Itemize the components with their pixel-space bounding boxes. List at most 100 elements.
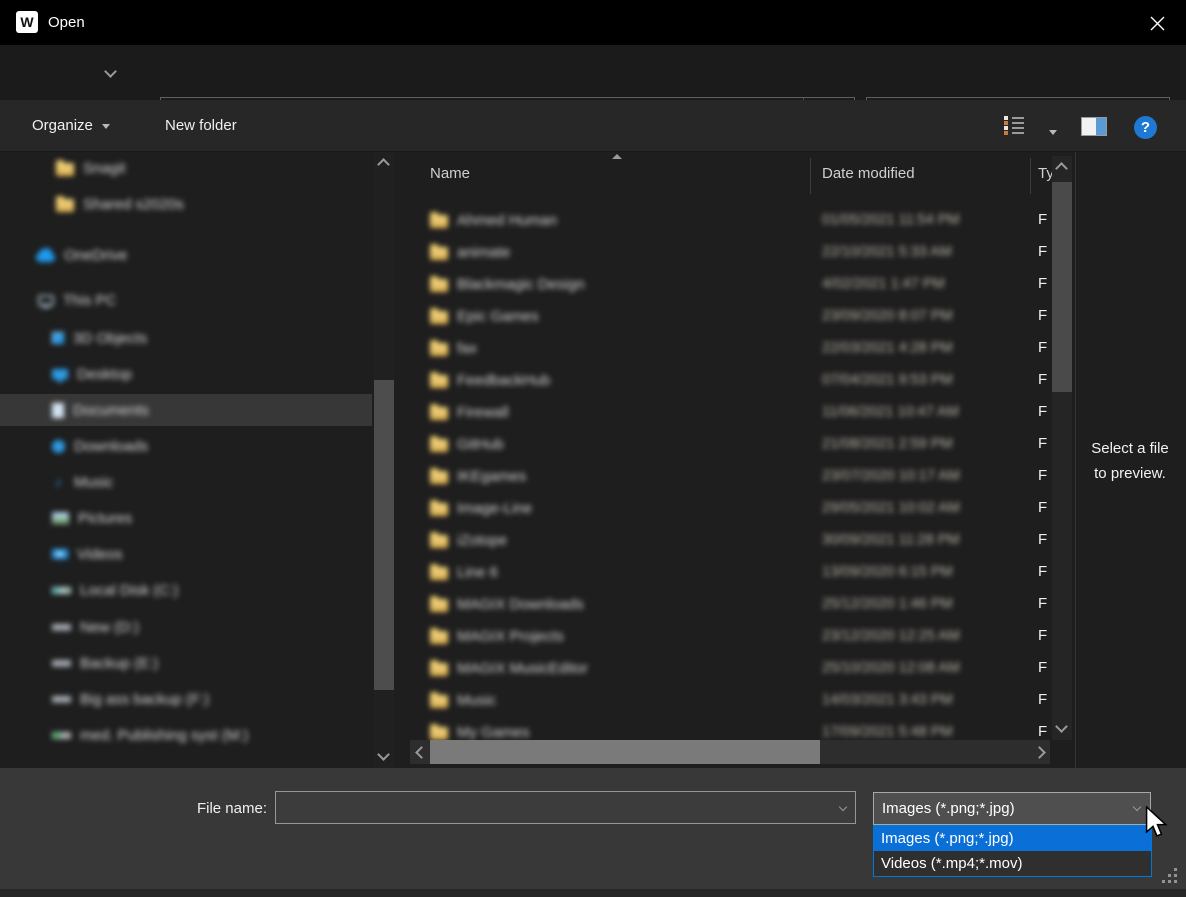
folder-icon xyxy=(430,439,448,452)
sidebar-scrollbar-thumb[interactable] xyxy=(374,380,394,690)
folder-icon xyxy=(56,163,74,176)
documents-icon xyxy=(52,403,64,418)
file-row-ahmed-human[interactable]: Ahmed Human01/05/2021 11:54 PMF xyxy=(410,204,1050,236)
column-separator[interactable] xyxy=(810,158,811,194)
type-cell: F xyxy=(1038,396,1047,428)
sidebar-item-local-disk-c[interactable]: Local Disk (C:) xyxy=(0,574,372,606)
folder-icon xyxy=(430,279,448,292)
column-separator[interactable] xyxy=(1030,158,1031,194)
sidebar-item-big-ass-backup-f[interactable]: Big ass backup (F:) xyxy=(0,683,372,715)
file-row-blackmagic-design[interactable]: Blackmagic Design4/02/2021 1:47 PMF xyxy=(410,268,1050,300)
preview-message: Select a file to preview. xyxy=(1077,436,1183,486)
sidebar-item-label: Big ass backup (F:) xyxy=(80,691,209,708)
file-type-combobox[interactable]: Images (*.png;*.jpg) xyxy=(873,792,1151,825)
file-name-combobox[interactable] xyxy=(275,791,856,824)
file-row-music[interactable]: Music14/03/2021 3:43 PMF xyxy=(410,684,1050,716)
drive-c-icon xyxy=(52,587,71,594)
sidebar-item-snagit[interactable]: Snagit xyxy=(0,152,372,184)
file-row-image-line[interactable]: Image-Line29/05/2021 10:02 AMF xyxy=(410,492,1050,524)
file-row-feedbackhub[interactable]: FeedbackHub07/04/2021 9:53 PMF xyxy=(410,364,1050,396)
date-modified-cell: 01/05/2021 11:54 PM xyxy=(822,204,960,236)
recent-locations-chevron-icon[interactable] xyxy=(104,65,117,78)
sidebar-item-backup-e[interactable]: Backup (E:) xyxy=(0,647,372,679)
type-cell: F xyxy=(1038,620,1047,652)
file-row-line-6[interactable]: Line 613/09/2020 6:15 PMF xyxy=(410,556,1050,588)
scroll-up-icon[interactable] xyxy=(1055,162,1068,175)
close-button[interactable] xyxy=(1140,8,1174,38)
type-cell: F xyxy=(1038,332,1047,364)
help-button[interactable]: ? xyxy=(1134,116,1157,139)
resize-grip[interactable] xyxy=(1162,868,1178,884)
file-name-input[interactable] xyxy=(280,793,824,824)
date-modified-cell: 23/09/2020 8:07 PM xyxy=(822,300,953,332)
sidebar-item-videos[interactable]: Videos xyxy=(0,538,372,570)
scroll-left-icon[interactable] xyxy=(415,746,428,759)
file-row-firewall[interactable]: Firewall11/06/2021 10:47 AMF xyxy=(410,396,1050,428)
sidebar-item-3d-objects[interactable]: 3D Objects xyxy=(0,322,372,354)
list-scrollbar-thumb[interactable] xyxy=(1052,182,1072,392)
preview-pane-button[interactable] xyxy=(1081,117,1107,136)
download-icon xyxy=(52,440,65,453)
folder-icon xyxy=(430,599,448,612)
sidebar-item-downloads[interactable]: Downloads xyxy=(0,430,372,462)
date-modified-cell: 17/09/2021 5:48 PM xyxy=(822,716,953,740)
sidebar-item-pictures[interactable]: Pictures xyxy=(0,502,372,534)
file-row-github[interactable]: GitHub21/08/2021 2:59 PMF xyxy=(410,428,1050,460)
column-header-name[interactable]: Name xyxy=(430,165,470,182)
file-list-header: Name Date modified Ty xyxy=(410,156,1050,198)
new-folder-button[interactable]: New folder xyxy=(165,100,237,152)
scroll-down-icon[interactable] xyxy=(1055,720,1068,733)
scroll-up-icon[interactable] xyxy=(377,158,390,171)
file-row-magix-downloads[interactable]: MAGIX Downloads25/12/2020 1:46 PMF xyxy=(410,588,1050,620)
preview-message-line2: to preview. xyxy=(1077,461,1183,486)
folder-icon xyxy=(430,535,448,548)
file-type-chevron-icon xyxy=(1133,803,1141,811)
folder-icon xyxy=(430,311,448,324)
file-name-cell: FeedbackHub xyxy=(430,364,550,396)
file-row-magix-projects[interactable]: MAGIX Projects23/12/2020 12:25 AMF xyxy=(410,620,1050,652)
change-view-button[interactable] xyxy=(1004,116,1026,136)
file-type-option-images-png-jpg[interactable]: Images (*.png;*.jpg) xyxy=(874,826,1151,851)
sidebar-item-new-d[interactable]: New (D:) xyxy=(0,611,372,643)
file-name-cell: fax xyxy=(430,332,477,364)
view-options-caret[interactable] xyxy=(1040,124,1057,142)
sidebar-item-onedrive[interactable]: OneDrive xyxy=(0,239,372,271)
file-row-animate[interactable]: animate22/10/2021 5:33 AMF xyxy=(410,236,1050,268)
sort-ascending-icon xyxy=(612,154,622,159)
file-name-dropdown-chevron-icon[interactable] xyxy=(839,803,847,811)
file-list-rows: Ahmed Human01/05/2021 11:54 PMFanimate22… xyxy=(410,196,1050,740)
list-horizontal-scrollbar[interactable] xyxy=(410,740,1050,764)
file-row-fax[interactable]: fax22/03/2021 4:28 PMF xyxy=(410,332,1050,364)
sidebar-item-med-publishing-syst-m[interactable]: med. Publishing syst (M:) xyxy=(0,719,372,751)
file-type-option-videos-mp4-mov[interactable]: Videos (*.mp4;*.mov) xyxy=(874,851,1151,876)
sidebar-item-shared-s2020s[interactable]: Shared s2020s xyxy=(0,188,372,220)
date-modified-cell: 29/05/2021 10:02 AM xyxy=(822,492,960,524)
folder-icon xyxy=(430,567,448,580)
horizontal-scrollbar-thumb[interactable] xyxy=(430,740,820,764)
file-name-cell: Blackmagic Design xyxy=(430,268,585,300)
folder-icon xyxy=(430,727,448,740)
file-name-cell: Firewall xyxy=(430,396,509,428)
file-row-epic-games[interactable]: Epic Games23/09/2020 8:07 PMF xyxy=(410,300,1050,332)
date-modified-cell: 14/03/2021 3:43 PM xyxy=(822,684,953,716)
sidebar-item-this-pc[interactable]: This PC xyxy=(0,284,372,316)
sidebar-item-desktop[interactable]: Desktop xyxy=(0,358,372,390)
sidebar-item-documents[interactable]: Documents xyxy=(0,394,372,426)
drive-gray-icon xyxy=(52,660,71,667)
sidebar-scrollbar[interactable] xyxy=(374,152,394,768)
type-cell: F xyxy=(1038,428,1047,460)
list-vertical-scrollbar[interactable] xyxy=(1052,156,1072,740)
sidebar-item-music[interactable]: ♪Music xyxy=(0,466,372,498)
file-type-selected: Images (*.png;*.jpg) xyxy=(882,793,1015,824)
scroll-down-icon[interactable] xyxy=(377,748,390,761)
scroll-right-icon[interactable] xyxy=(1033,746,1046,759)
column-header-date-modified[interactable]: Date modified xyxy=(822,165,915,182)
file-row-my-games[interactable]: My Games17/09/2021 5:48 PMF xyxy=(410,716,1050,740)
type-cell: F xyxy=(1038,492,1047,524)
date-modified-cell: 30/09/2021 11:28 PM xyxy=(822,524,960,556)
file-row-izotope[interactable]: iZotope30/09/2021 11:28 PMF xyxy=(410,524,1050,556)
organize-button[interactable]: Organize xyxy=(32,100,110,152)
file-row-magix-musiceditor[interactable]: MAGIX MusicEditor25/10/2020 12:08 AMF xyxy=(410,652,1050,684)
file-row-ikegames[interactable]: IKEgames23/07/2020 10:17 AMF xyxy=(410,460,1050,492)
date-modified-cell: 13/09/2020 6:15 PM xyxy=(822,556,953,588)
